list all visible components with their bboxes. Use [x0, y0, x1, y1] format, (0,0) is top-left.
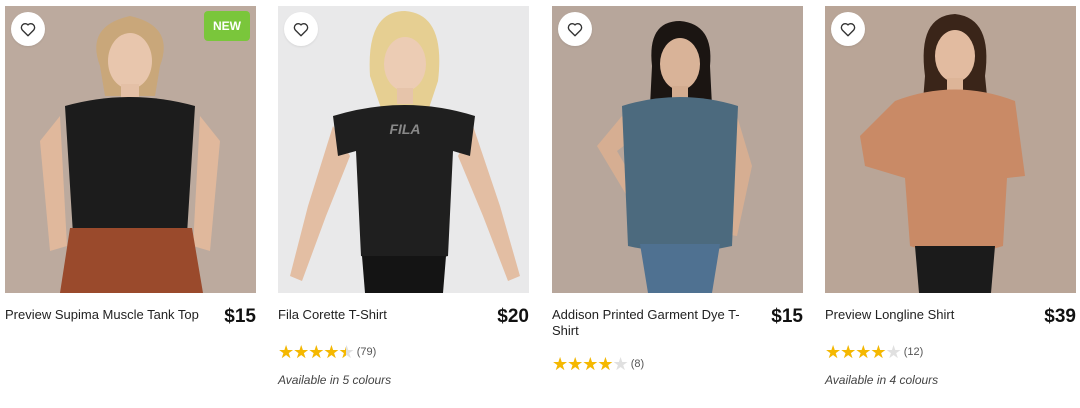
product-image[interactable] [825, 6, 1076, 293]
star-rating: ★★★★★ ★★★★★ [825, 343, 902, 361]
favourite-button[interactable] [284, 12, 318, 46]
favourite-button[interactable] [11, 12, 45, 46]
product-name[interactable]: Preview Supima Muscle Tank Top [5, 307, 205, 323]
product-price: $15 [771, 306, 803, 327]
product-name[interactable]: Fila Corette T-Shirt [278, 307, 393, 323]
star-rating: ★★★★★ ★★★★★ [278, 343, 355, 361]
product-name[interactable]: Preview Longline Shirt [825, 307, 960, 323]
product-image[interactable]: FILA [278, 6, 529, 293]
availability-text: Available in 4 colours [825, 373, 939, 387]
product-photo: FILA [278, 6, 529, 293]
product-price: $20 [497, 306, 529, 327]
star-rating-filled: ★★★★★ [278, 343, 346, 361]
product-card[interactable]: FILA Fila Corette T-Shirt $20 ★★★★★ ★★★★… [278, 6, 529, 387]
product-photo [5, 6, 256, 293]
product-card[interactable]: NEW Preview Supima Muscle Tank Top $15 [5, 6, 256, 327]
star-rating: ★★★★★ ★★★★★ [552, 355, 629, 373]
product-photo [825, 6, 1076, 293]
favourite-button[interactable] [831, 12, 865, 46]
review-count[interactable]: (79) [357, 346, 377, 358]
product-photo [552, 6, 803, 293]
product-image[interactable] [552, 6, 803, 293]
new-badge: NEW [204, 11, 250, 41]
product-info: Preview Supima Muscle Tank Top $15 [5, 307, 256, 327]
product-grid: NEW Preview Supima Muscle Tank Top $15 F… [0, 0, 1080, 408]
heart-icon [567, 23, 583, 37]
product-rating[interactable]: ★★★★★ ★★★★★ (79) [278, 343, 529, 361]
favourite-button[interactable] [558, 12, 592, 46]
product-card[interactable]: Addison Printed Garment Dye T-Shirt $15 … [552, 6, 803, 373]
product-info: Addison Printed Garment Dye T-Shirt $15 [552, 307, 803, 339]
product-image[interactable]: NEW [5, 6, 256, 293]
product-price: $15 [224, 306, 256, 327]
heart-icon [20, 23, 36, 37]
availability-text: Available in 5 colours [278, 373, 392, 387]
star-rating-filled: ★★★★★ [825, 343, 886, 361]
product-price: $39 [1044, 306, 1076, 327]
product-name[interactable]: Addison Printed Garment Dye T-Shirt [552, 307, 771, 339]
product-info: Preview Longline Shirt $39 [825, 307, 1076, 327]
heart-icon [293, 23, 309, 37]
product-rating[interactable]: ★★★★★ ★★★★★ (8) [552, 355, 803, 373]
review-count[interactable]: (8) [631, 358, 644, 370]
svg-text:FILA: FILA [389, 121, 420, 137]
product-card[interactable]: Preview Longline Shirt $39 ★★★★★ ★★★★★ (… [825, 6, 1076, 387]
heart-icon [840, 23, 856, 37]
star-rating-filled: ★★★★★ [552, 355, 613, 373]
product-info: Fila Corette T-Shirt $20 [278, 307, 529, 327]
review-count[interactable]: (12) [904, 346, 924, 358]
product-rating[interactable]: ★★★★★ ★★★★★ (12) [825, 343, 1076, 361]
